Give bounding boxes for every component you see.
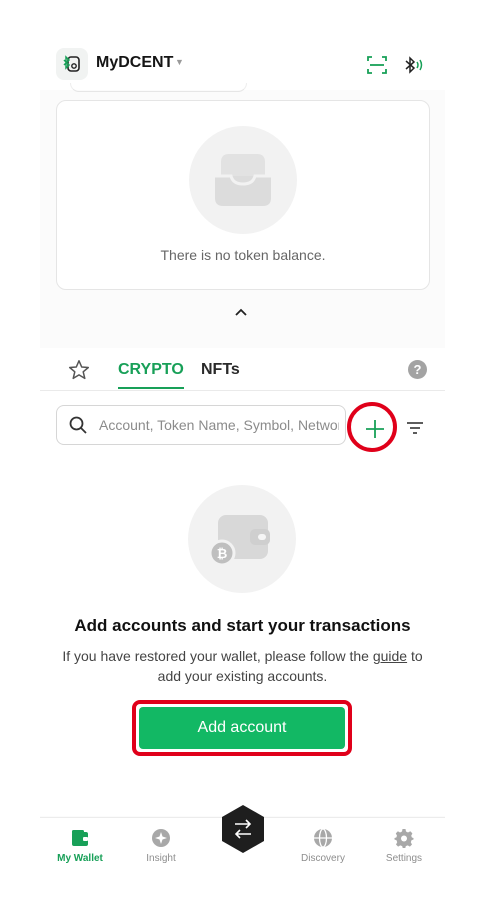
empty-description: If you have restored your wallet, please… — [60, 646, 425, 686]
tab-crypto[interactable]: CRYPTO — [118, 361, 184, 389]
globe-icon — [314, 828, 332, 848]
nav-insight[interactable]: Insight — [121, 818, 201, 873]
empty-title: Add accounts and start your transactions — [74, 616, 411, 635]
nav-label-my-wallet: My Wallet — [57, 853, 103, 864]
search-icon — [69, 416, 87, 434]
chevron-down-icon[interactable]: ▼ — [175, 57, 184, 67]
guide-link[interactable]: guide — [373, 648, 407, 664]
nav-label-insight: Insight — [146, 853, 176, 864]
asset-tabs: CRYPTO NFTs ? — [40, 348, 445, 391]
wallet-illustration: ₿ — [188, 485, 296, 593]
chevron-up-icon[interactable] — [233, 306, 249, 318]
nav-my-wallet[interactable]: My Wallet — [40, 818, 120, 873]
search-input[interactable] — [97, 407, 341, 443]
empty-desc-before: If you have restored your wallet, please… — [62, 648, 373, 664]
nav-label-discovery: Discovery — [301, 853, 345, 864]
filter-icon[interactable] — [405, 418, 425, 438]
add-account-button[interactable]: Add account — [139, 707, 345, 749]
tab-nfts[interactable]: NFTs — [201, 361, 240, 379]
bluetooth-icon[interactable] — [402, 54, 424, 76]
swap-button[interactable] — [220, 804, 266, 854]
plus-icon[interactable] — [364, 418, 386, 440]
app-screen: MyDCENT ▼ There is no token balance. CRY… — [40, 38, 445, 873]
wallet-nav-icon — [72, 830, 88, 846]
nav-settings[interactable]: Settings — [364, 818, 444, 873]
device-name[interactable]: MyDCENT — [96, 54, 173, 72]
bitcoin-icon: ₿ — [217, 546, 228, 561]
nav-label-settings: Settings — [385, 853, 423, 864]
wallet-device-icon — [63, 55, 80, 72]
device-icon[interactable] — [56, 48, 88, 80]
token-balance-card: There is no token balance. — [56, 100, 430, 290]
scan-icon[interactable] — [366, 54, 388, 76]
wallet-icon: ₿ — [208, 515, 270, 567]
insight-icon — [152, 829, 170, 847]
empty-accounts: ₿ Add accounts and start your transactio… — [40, 466, 445, 816]
star-icon[interactable] — [67, 358, 91, 382]
token-empty-text: There is no token balance. — [160, 247, 326, 263]
search-row — [40, 391, 445, 466]
empty-illustration — [189, 126, 297, 234]
search-box — [56, 405, 346, 445]
gear-icon — [394, 829, 414, 848]
card-peek — [70, 83, 247, 92]
inbox-tray-icon — [215, 154, 271, 206]
nav-discovery[interactable]: Discovery — [283, 818, 363, 873]
help-icon[interactable]: ? — [408, 360, 427, 379]
